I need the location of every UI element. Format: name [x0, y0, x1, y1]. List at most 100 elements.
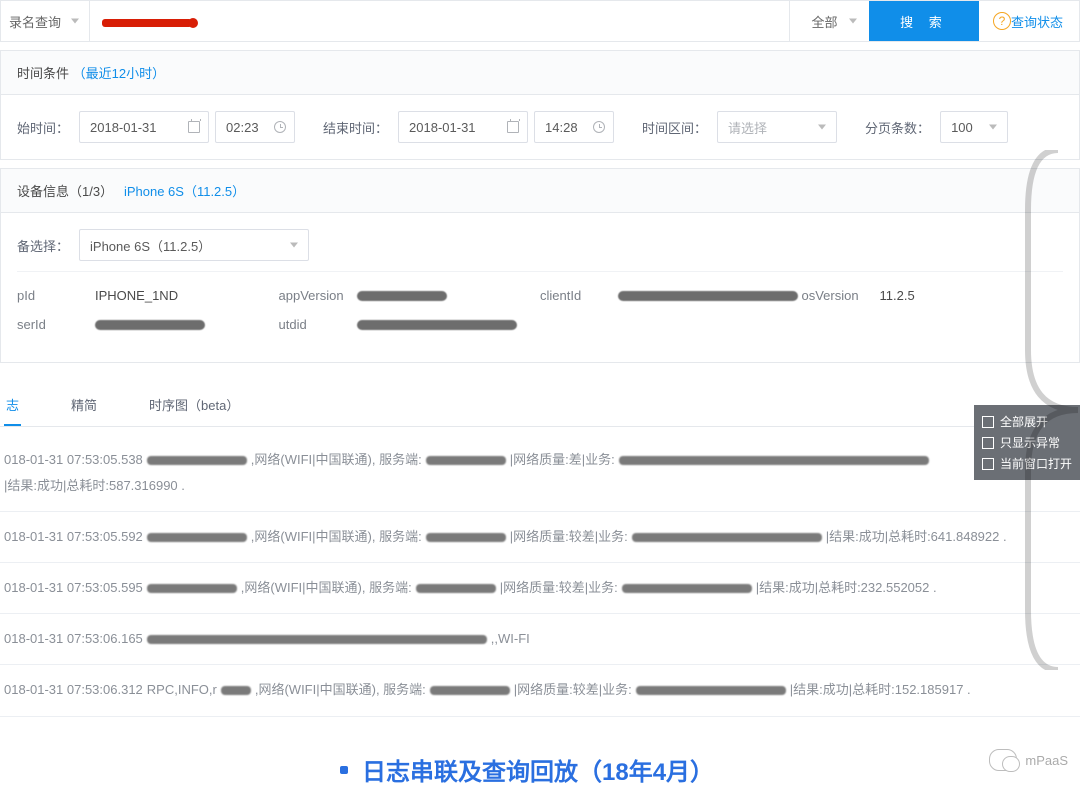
start-time-label: 始时间： [17, 118, 69, 137]
log-text: |结果:成功|总耗时:641.848922 . [826, 526, 1007, 548]
log-text: ,网络(WIFI|中国联通), 服务端: [251, 526, 422, 548]
start-date-input[interactable]: 2018-01-31 [79, 111, 209, 143]
tab-full-log[interactable]: 志 [4, 385, 21, 426]
top-bar-left: 录名查询 全部 搜 索 ? [1, 1, 1011, 41]
search-button[interactable]: 搜 索 [869, 1, 979, 41]
end-time-input[interactable]: 14:28 [534, 111, 614, 143]
option-expand-all[interactable]: 全部展开 [982, 411, 1072, 432]
log-tabs: 志 精简 时序图（beta） [0, 385, 1080, 427]
userid-label: serId [17, 317, 87, 332]
top-bar: 录名查询 全部 搜 索 ? 查询状态 [0, 0, 1080, 42]
option-label: 只显示异常 [1000, 434, 1060, 451]
log-text: |网络质量:差|业务: [510, 449, 615, 471]
chevron-down-icon [818, 125, 826, 130]
log-row[interactable]: 018-01-31 07:53:06.312 RPC,INFO,r ,网络(WI… [0, 665, 1080, 716]
device-select-value: iPhone 6S（11.2.5） [90, 236, 211, 255]
wechat-watermark: mPaaS [989, 749, 1068, 771]
log-text: RPC,INFO,r [147, 679, 217, 701]
calendar-icon [188, 121, 200, 133]
checkbox-icon[interactable] [982, 437, 994, 449]
page-size-select[interactable]: 100 [940, 111, 1008, 143]
log-ts: 018-01-31 07:53:05.595 [4, 577, 143, 599]
log-row[interactable]: 018-01-31 07:53:06.165 ,,WI-FI [0, 614, 1080, 665]
end-date-input[interactable]: 2018-01-31 [398, 111, 528, 143]
time-header-label: 时间条件 [17, 66, 69, 81]
log-redacted [622, 584, 752, 593]
search-button-label: 搜 索 [900, 12, 948, 31]
log-ts: 018-01-31 07:53:05.538 [4, 449, 143, 471]
page-size-value: 100 [951, 120, 973, 135]
end-date-value: 2018-01-31 [409, 120, 476, 135]
device-select-label: 备选择： [17, 236, 69, 255]
log-redacted [147, 456, 247, 465]
end-time-label: 结束时间： [323, 118, 388, 137]
help-icon[interactable]: ? [993, 12, 1011, 30]
log-redacted [147, 635, 487, 644]
log-redacted [632, 533, 822, 542]
log-text: ,网络(WIFI|中国联通), 服务端: [241, 577, 412, 599]
query-type-label: 录名查询 [9, 12, 61, 31]
log-redacted [147, 533, 247, 542]
log-redacted [426, 456, 506, 465]
log-text: |网络质量:较差|业务: [514, 679, 632, 701]
log-text: |结果:成功|总耗时:232.552052 . [756, 577, 937, 599]
osversion-label: osVersion [802, 288, 872, 303]
option-label: 当前窗口打开 [1000, 455, 1072, 472]
pid-label: pId [17, 288, 87, 303]
appversion-label: appVersion [279, 288, 349, 303]
log-text: |网络质量:较差|业务: [500, 577, 618, 599]
log-redacted [636, 686, 786, 695]
filter-all-select[interactable]: 全部 [789, 1, 869, 41]
caption-text: 日志串联及查询回放（18年4月） [362, 752, 714, 787]
redacted-input-mark [102, 19, 192, 27]
page-size-label: 分页条数： [865, 118, 930, 137]
option-only-errors[interactable]: 只显示异常 [982, 432, 1072, 453]
query-status-link[interactable]: 查询状态 [1011, 12, 1063, 31]
query-type-select[interactable]: 录名查询 [1, 1, 90, 41]
start-time-input[interactable]: 02:23 [215, 111, 295, 143]
caption-row: 日志串联及查询回放（18年4月） [0, 752, 1080, 787]
device-select[interactable]: iPhone 6S（11.2.5） [79, 229, 309, 261]
time-panel-header: 时间条件 （最近12小时） [1, 51, 1079, 95]
log-redacted [426, 533, 506, 542]
appversion-redacted [357, 291, 447, 301]
log-text: ,,WI-FI [491, 628, 530, 650]
log-text: |网络质量:较差|业务: [510, 526, 628, 548]
pid-value: IPHONE_1ND [95, 288, 178, 303]
device-panel: 设备信息（1/3） iPhone 6S（11.2.5） 备选择： iPhone … [0, 168, 1080, 363]
device-props: pId IPHONE_1ND appVersion clientId osVer… [17, 271, 1063, 346]
log-row[interactable]: 018-01-31 07:53:05.592 ,网络(WIFI|中国联通), 服… [0, 512, 1080, 563]
log-ts: 018-01-31 07:53:05.592 [4, 526, 143, 548]
tab-brief[interactable]: 精简 [69, 385, 99, 426]
chevron-down-icon [849, 19, 857, 24]
log-options-panel: 全部展开 只显示异常 当前窗口打开 [974, 405, 1080, 480]
log-ts: 018-01-31 07:53:06.312 [4, 679, 143, 701]
log-text: ,网络(WIFI|中国联通), 服务端: [255, 679, 426, 701]
bullet-icon [340, 766, 348, 774]
option-open-current[interactable]: 当前窗口打开 [982, 453, 1072, 474]
log-redacted [221, 686, 251, 695]
chevron-down-icon [71, 19, 79, 24]
start-date-value: 2018-01-31 [90, 120, 157, 135]
log-row[interactable]: 018-01-31 07:53:05.538 ,网络(WIFI|中国联通), 服… [0, 435, 1080, 512]
calendar-icon [507, 121, 519, 133]
option-label: 全部展开 [1000, 413, 1048, 430]
checkbox-icon[interactable] [982, 416, 994, 428]
userid-redacted [95, 320, 205, 330]
log-text: ,网络(WIFI|中国联通), 服务端: [251, 449, 422, 471]
log-redacted [619, 456, 929, 465]
query-input[interactable] [90, 1, 789, 41]
log-redacted [416, 584, 496, 593]
device-panel-body: 备选择： iPhone 6S（11.2.5） pId IPHONE_1ND ap… [1, 213, 1079, 362]
checkbox-icon[interactable] [982, 458, 994, 470]
utdid-label: utdid [279, 317, 349, 332]
range-placeholder: 请选择 [728, 118, 767, 137]
clientid-label: clientId [540, 288, 610, 303]
tab-sequence[interactable]: 时序图（beta） [147, 385, 241, 426]
range-label: 时间区间： [642, 118, 707, 137]
time-header-hint: （最近12小时） [73, 66, 165, 81]
log-list: 018-01-31 07:53:05.538 ,网络(WIFI|中国联通), 服… [0, 435, 1080, 717]
log-redacted [147, 584, 237, 593]
log-row[interactable]: 018-01-31 07:53:05.595 ,网络(WIFI|中国联通), 服… [0, 563, 1080, 614]
time-range-select[interactable]: 请选择 [717, 111, 837, 143]
